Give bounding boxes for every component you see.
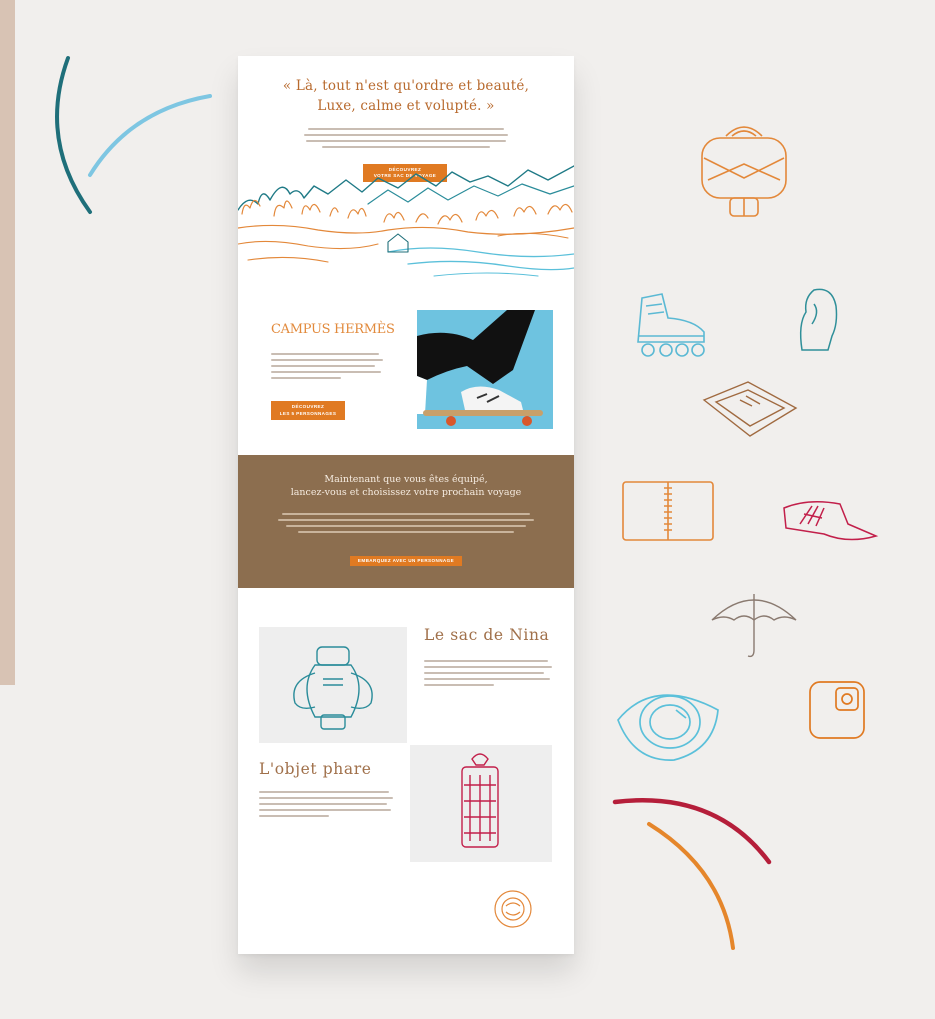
left-color-strip [0, 0, 15, 685]
umbrella-icon [711, 594, 797, 658]
square-logo-icon [809, 681, 865, 739]
backpack-icon [293, 646, 373, 730]
journey-title-line-1: Maintenant que vous êtes équipé, [324, 474, 488, 485]
skateboard-photo [417, 310, 553, 429]
mountain-landscape-illustration [238, 165, 574, 277]
hero-quote-line-2: Luxe, calme et volupté. » [317, 98, 495, 114]
tray-icon [702, 381, 798, 437]
discover-characters-button[interactable]: DÉCOUVREZ LES 5 PERSONNAGES [271, 401, 345, 420]
horse-head-icon [799, 288, 838, 351]
hero-quote-line-1: « Là, tout n'est qu'ordre et beauté, [282, 78, 530, 94]
nina-bag-title: Le sac de Nina [424, 626, 550, 644]
campus-hermes-title: CAMPUS HERMÈS [271, 322, 395, 337]
seal-badge-icon [494, 890, 532, 928]
journey-title-line-2: lancez-vous et choisissez votre prochain… [290, 487, 522, 498]
arc-decoration-bottom-right [612, 798, 772, 950]
arc-decoration-top-left [55, 56, 212, 214]
journey-banner: Maintenant que vous êtes équipé, lancez-… [238, 455, 574, 588]
roller-skate-icon [637, 293, 705, 357]
embark-with-character-button[interactable]: EMBARQUEZ AVEC UN PERSONNAGE [350, 556, 462, 566]
notebook-icon [622, 481, 714, 541]
key-object-tile [410, 745, 552, 862]
eye-icon [617, 694, 719, 761]
lantern-object-icon [461, 753, 499, 848]
travel-bag-icon [701, 126, 787, 217]
nina-bag-tile [259, 627, 407, 743]
newsletter-email: « Là, tout n'est qu'ordre et beauté, Lux… [238, 56, 574, 954]
visor-cap-icon [783, 501, 879, 541]
key-object-title: L'objet phare [259, 760, 372, 778]
